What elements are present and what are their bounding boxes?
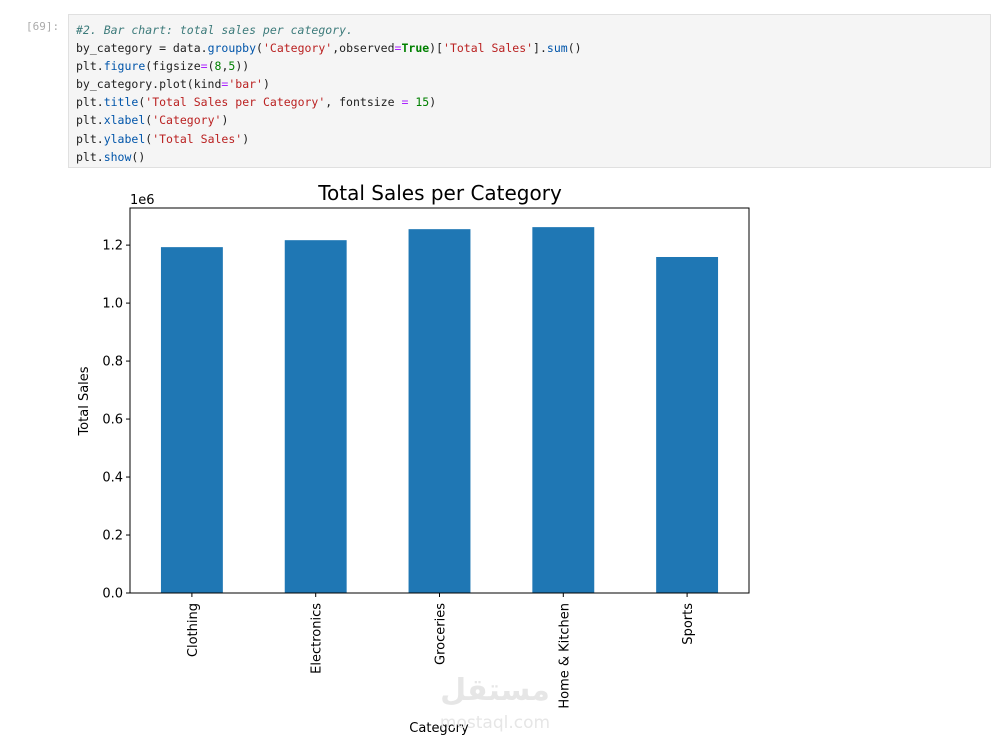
y-tick-label: 0.2 [102,529,123,544]
y-tick-label: 1.2 [102,239,123,254]
y-tick-label: 1.0 [102,297,123,312]
y-offset-label: 1e6 [130,193,155,208]
y-tick-label: 0.4 [102,471,123,486]
bar-electronics [284,240,347,593]
bar-home-kitchen [532,227,595,593]
bar-clothing [160,247,223,593]
chart-title: Total Sales per Category [317,181,562,205]
y-axis-label: Total Sales [77,366,92,436]
bar-groceries [408,229,471,594]
y-tick-label: 0.0 [102,587,123,602]
bar-chart: Total Sales per Category 1e6 Total Sales… [77,181,750,736]
x-tick-label: Clothing [186,603,201,657]
watermark-url: mostaql.com [440,713,550,733]
y-tick-label: 0.6 [102,413,123,428]
x-tick-label: Electronics [310,603,325,674]
x-tick-label: Groceries [434,603,449,665]
bar-sports [656,256,719,593]
y-tick-label: 0.8 [102,355,123,370]
x-tick-label: Home & Kitchen [557,603,572,709]
x-tick-label: Sports [681,603,696,645]
watermark-logo: مستقل [440,673,550,708]
